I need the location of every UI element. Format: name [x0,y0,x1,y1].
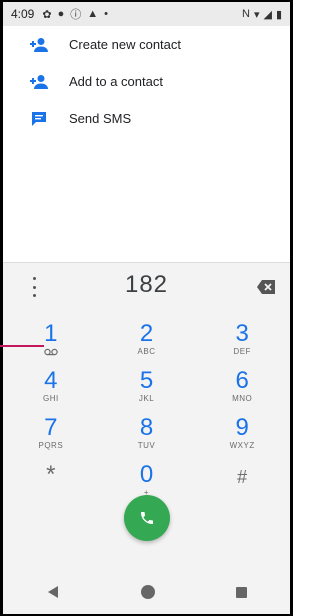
navigation-bar [6,572,287,612]
key-3[interactable]: 3 DEF [194,321,290,365]
dot-icon: • [104,8,108,20]
key-letters: WXYZ [229,441,255,450]
call-button[interactable] [123,495,170,541]
key-digit: 7 [44,414,58,441]
add-to-contact-label: Add to a contact [69,74,163,89]
send-sms-item[interactable]: Send SMS [3,100,290,137]
key-8[interactable]: 8 TUV [99,415,195,459]
wifi-icon: ▾ [253,8,260,21]
keypad-row: 1 2 ABC 3 DEF [3,321,290,365]
keypad-row: 4 GHI 5 JKL 6 MNO [3,368,290,412]
key-digit: 1 [44,320,58,347]
status-time: 4:09 [11,7,35,21]
key-digit: 4 [44,367,58,394]
keypad: 1 2 ABC 3 DEF 4 GHI 5 JKL 6 MNO 7 PQRS 8… [3,321,290,509]
key-letters: ABC [137,347,156,356]
create-new-contact-label: Create new contact [69,37,182,52]
home-icon: ▲ [87,8,99,20]
key-digit: 5 [139,367,154,394]
key-5[interactable]: 5 JKL [99,368,195,412]
backspace-icon[interactable] [256,279,276,295]
key-digit: 8 [139,414,154,441]
keypad-row: 7 PQRS 8 TUV 9 WXYZ [3,415,290,459]
send-sms-label: Send SMS [69,111,132,126]
status-system-icons: N ▾ ◢ ▮ [242,8,282,21]
key-letters: MNO [232,394,253,403]
back-icon[interactable] [46,585,60,599]
key-1[interactable]: 1 [3,321,99,365]
dialed-digits[interactable]: 182 [3,271,290,299]
message-icon [27,107,51,131]
key-digit: 9 [235,414,249,441]
key-hash[interactable]: # [194,462,290,506]
key-digit: 6 [235,367,249,394]
key-letters: JKL [138,394,155,403]
key-6[interactable]: 6 MNO [194,368,290,412]
phone-icon [140,512,153,524]
add-person-icon [27,33,51,57]
key-9[interactable]: 9 WXYZ [194,415,290,459]
status-notification-icons: ✿ ● ⓘ ▲ • [42,6,108,22]
voicemail-icon [44,348,58,356]
info-icon: ⓘ [70,9,82,21]
signal-icon: ◢ [263,8,272,21]
dialpad: 182 1 2 ABC 3 DEF 4 GHI 5 JKL 6 MNO 7 PQ… [3,262,290,614]
key-2[interactable]: 2 ABC [99,321,195,365]
battery-icon: ▮ [275,8,282,21]
status-bar: 4:09 ✿ ● ⓘ ▲ • N ▾ ◢ ▮ [3,2,290,26]
add-person-icon [27,70,51,94]
create-new-contact-item[interactable]: Create new contact [3,26,290,63]
key-letters: TUV [137,441,156,450]
chat-icon: ● [57,8,65,20]
key-7[interactable]: 7 PQRS [3,415,99,459]
key-letters: PQRS [38,441,64,450]
dial-actions-list: Create new contact Add to a contact Send… [3,26,290,262]
key-digit: # [237,467,248,487]
key-digit: 0 [139,461,154,488]
key-digit: 3 [235,320,249,347]
key-star[interactable]: * [3,462,99,506]
add-to-contact-item[interactable]: Add to a contact [3,63,290,100]
key-digit: 2 [139,320,154,347]
recents-icon[interactable] [235,586,247,598]
nfc-icon: N [241,8,250,20]
key-letters: DEF [233,347,251,356]
home-button-icon[interactable] [140,585,155,599]
digits-row: 182 [3,263,290,311]
key-4[interactable]: 4 GHI [3,368,99,412]
key-letters: GHI [42,394,59,403]
key-digit: * [46,461,56,488]
settings-icon: ✿ [42,8,52,21]
annotation-pointer [0,345,44,347]
